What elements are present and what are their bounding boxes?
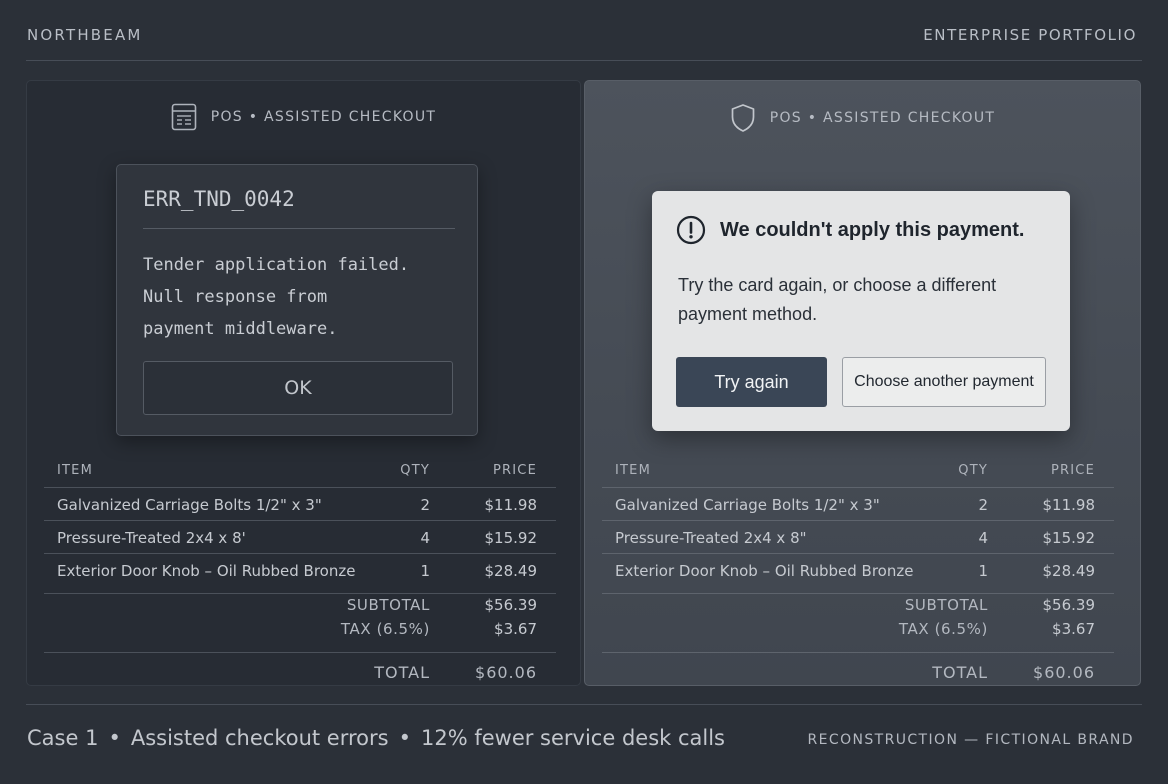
subtotal-row: SUBTOTAL $56.39 [602, 593, 1114, 618]
item-name: Exterior Door Knob – Oil Rubbed Bronze [615, 562, 914, 580]
payment-error-dialog: We couldn't apply this payment. Try the … [652, 191, 1070, 431]
column-header-price: PRICE [1051, 463, 1095, 478]
tax-label: TAX (6.5%) [898, 620, 988, 638]
item-price: $11.98 [484, 496, 538, 514]
tax-value: $3.67 [494, 620, 537, 638]
column-header-price: PRICE [493, 463, 537, 478]
item-qty: 4 [420, 529, 430, 547]
item-qty: 1 [978, 562, 988, 580]
total-label: TOTAL [932, 663, 988, 682]
error-message-line: Tender application failed. [143, 255, 410, 275]
header-divider [26, 60, 1142, 61]
subtotal-label: SUBTOTAL [904, 596, 988, 614]
tax-row: TAX (6.5%) $3.67 [602, 618, 1114, 642]
table-row: Pressure-Treated 2x4 x 8" 4 $15.92 [602, 520, 1114, 553]
tax-row: TAX (6.5%) $3.67 [44, 618, 556, 642]
table-row: Pressure-Treated 2x4 x 8' 4 $15.92 [44, 520, 556, 553]
subtotal-value: $56.39 [1042, 596, 1096, 614]
redesigned-panel-header: POS • ASSISTED CHECKOUT [585, 103, 1140, 133]
dialog-title: We couldn't apply this payment. [720, 218, 1025, 241]
table-row: Galvanized Carriage Bolts 1/2" x 3" 2 $1… [602, 487, 1114, 520]
item-qty: 1 [420, 562, 430, 580]
item-name: Pressure-Treated 2x4 x 8" [615, 529, 807, 547]
case-number: Case 1 [27, 726, 99, 750]
item-price: $15.92 [484, 529, 538, 547]
column-header-item: ITEM [57, 463, 94, 478]
column-header-qty: QTY [958, 463, 988, 478]
table-header-row: ITEM QTY PRICE [44, 457, 556, 487]
dialog-title-row: We couldn't apply this payment. [676, 215, 1024, 245]
item-name: Galvanized Carriage Bolts 1/2" x 3" [615, 496, 880, 514]
total-value: $60.06 [475, 663, 537, 682]
ok-button[interactable]: OK [143, 361, 453, 415]
item-price: $15.92 [1042, 529, 1096, 547]
order-summary-table: ITEM QTY PRICE Galvanized Carriage Bolts… [602, 457, 1114, 693]
total-label: TOTAL [374, 663, 430, 682]
table-row: Exterior Door Knob – Oil Rubbed Bronze 1… [44, 553, 556, 586]
total-value: $60.06 [1033, 663, 1095, 682]
reconstruction-note: RECONSTRUCTION — FICTIONAL BRAND [807, 732, 1134, 748]
dialog-divider [143, 228, 455, 229]
redesigned-panel-label: POS • ASSISTED CHECKOUT [769, 110, 996, 126]
choose-another-payment-button[interactable]: Choose another payment [842, 357, 1046, 407]
column-header-item: ITEM [615, 463, 652, 478]
dialog-body: Try the card again, or choose a differen… [678, 275, 997, 324]
separator-dot: • [398, 726, 411, 750]
table-row: Galvanized Carriage Bolts 1/2" x 3" 2 $1… [44, 487, 556, 520]
error-message-line: Null response from [143, 287, 328, 307]
legacy-checkout-panel: POS • ASSISTED CHECKOUT ERR_TND_0042 Ten… [26, 80, 581, 686]
item-qty: 2 [420, 496, 430, 514]
column-header-qty: QTY [400, 463, 430, 478]
table-row: Exterior Door Knob – Oil Rubbed Bronze 1… [602, 553, 1114, 586]
case-result: 12% fewer service desk calls [420, 726, 726, 750]
separator-dot: • [108, 726, 121, 750]
total-row: TOTAL $60.06 [44, 652, 556, 693]
item-name: Pressure-Treated 2x4 x 8' [57, 529, 246, 547]
item-price: $11.98 [1042, 496, 1096, 514]
footer-divider [26, 704, 1142, 705]
try-again-button[interactable]: Try again [676, 357, 827, 407]
error-code: ERR_TND_0042 [143, 187, 295, 211]
shield-icon [731, 104, 755, 132]
portfolio-label: ENTERPRISE PORTFOLIO [923, 26, 1137, 44]
error-message: Tender application failed. Null response… [143, 249, 453, 345]
case-summary: Case 1 • Assisted checkout errors • 12% fewe… [27, 726, 725, 750]
item-qty: 4 [978, 529, 988, 547]
order-summary-table: ITEM QTY PRICE Galvanized Carriage Bolts… [44, 457, 556, 693]
subtotal-label: SUBTOTAL [346, 596, 430, 614]
item-price: $28.49 [484, 562, 538, 580]
case-topic: Assisted checkout errors [130, 726, 389, 750]
item-qty: 2 [978, 496, 988, 514]
legacy-error-dialog: ERR_TND_0042 Tender application failed. … [116, 164, 478, 436]
subtotal-row: SUBTOTAL $56.39 [44, 593, 556, 618]
receipt-terminal-icon [171, 103, 197, 131]
alert-circle-icon [676, 215, 706, 245]
table-header-row: ITEM QTY PRICE [602, 457, 1114, 487]
legacy-panel-label: POS • ASSISTED CHECKOUT [210, 109, 437, 125]
subtotal-value: $56.39 [484, 596, 538, 614]
tax-label: TAX (6.5%) [340, 620, 430, 638]
legacy-panel-header: POS • ASSISTED CHECKOUT [27, 103, 580, 131]
item-name: Galvanized Carriage Bolts 1/2" x 3" [57, 496, 322, 514]
tax-value: $3.67 [1052, 620, 1095, 638]
error-message-line: payment middleware. [143, 319, 338, 339]
total-row: TOTAL $60.06 [602, 652, 1114, 693]
brand-name: NORTHBEAM [27, 26, 143, 44]
item-name: Exterior Door Knob – Oil Rubbed Bronze [57, 562, 356, 580]
redesigned-checkout-panel: POS • ASSISTED CHECKOUT We couldn't appl… [584, 80, 1141, 686]
item-price: $28.49 [1042, 562, 1096, 580]
